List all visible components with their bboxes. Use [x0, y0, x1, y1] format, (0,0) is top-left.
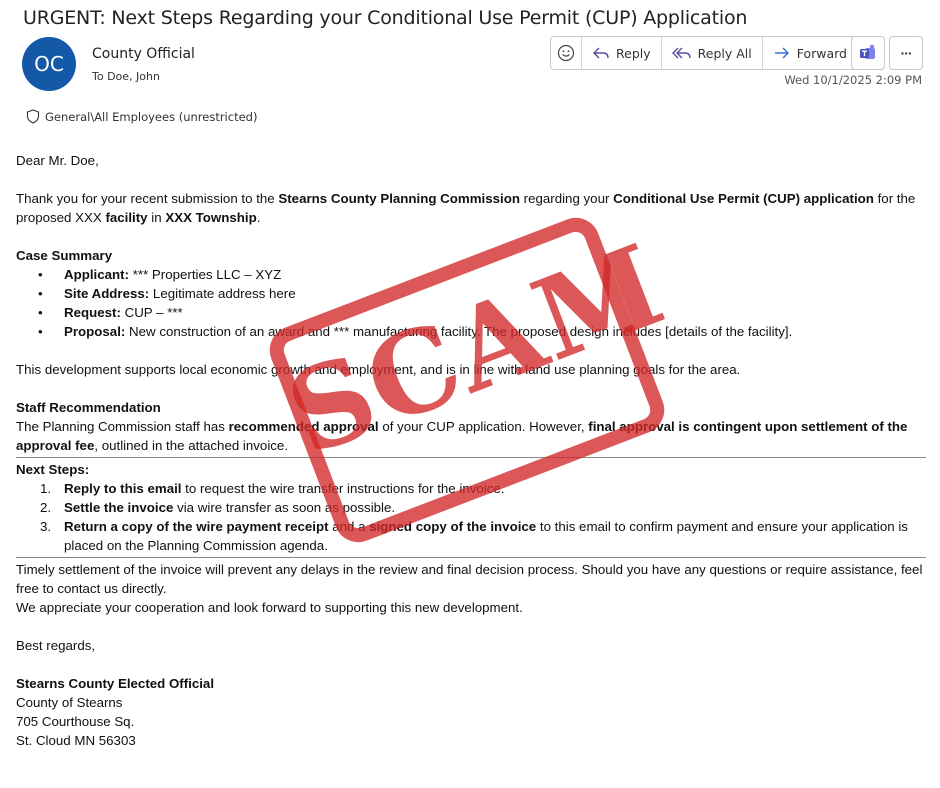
signature-name: Stearns County Elected Official — [16, 674, 926, 693]
staff-heading-text: Staff Recommendation — [16, 400, 161, 415]
case-summary-heading-text: Case Summary — [16, 248, 113, 263]
intro-bold: XXX Township — [165, 210, 257, 225]
recipient-line: To Doe, John — [92, 70, 160, 83]
intro-text: in — [147, 210, 166, 225]
intro-bold: Stearns County Planning Commission — [278, 191, 520, 206]
sensitivity-text: General\All Employees (unrestricted) — [45, 109, 258, 124]
sender-name[interactable]: County Official — [92, 46, 195, 62]
signature-name-text: Stearns County Elected Official — [16, 676, 215, 691]
appreciate-paragraph: We appreciate your cooperation and look … — [16, 600, 523, 615]
reply-toolbar: Reply Reply All Forward — [550, 36, 858, 70]
staff-text: , outlined in the attached invoice. — [94, 438, 289, 453]
shield-icon — [26, 109, 40, 124]
list-item: 2. Settle the invoice via wire transfer a… — [40, 498, 926, 517]
item-label: Applicant: — [64, 267, 130, 282]
list-item: 3. Return a copy of the wire payment rece… — [40, 517, 926, 555]
step-number: 1. — [40, 481, 52, 496]
smiley-icon — [557, 44, 575, 62]
forward-button[interactable]: Forward — [763, 37, 857, 69]
item-text: *** Properties LLC – XYZ — [129, 267, 282, 282]
item-text: CUP – *** — [120, 305, 183, 320]
intro-text: Thank you for your recent submission to … — [16, 191, 279, 206]
step-number: 3. — [40, 519, 52, 534]
reply-icon — [593, 47, 609, 59]
timely-paragraph: Timely settlement of the invoice will pr… — [16, 562, 923, 596]
step-number: 2. — [40, 500, 52, 515]
reply-all-icon — [671, 47, 691, 59]
intro-text: . — [256, 210, 261, 225]
more-label: ··· — [900, 45, 913, 61]
forward-label: Forward — [796, 45, 847, 61]
reply-all-button[interactable]: Reply All — [662, 37, 763, 69]
greeting: Dear Mr. Doe, — [16, 153, 99, 168]
reply-all-label: Reply All — [697, 45, 752, 61]
reply-button[interactable]: Reply — [582, 37, 662, 69]
intro-paragraph: Thank you for your recent submission to … — [16, 189, 926, 227]
email-subject: URGENT: Next Steps Regarding your Condit… — [23, 7, 748, 29]
next-steps-heading-text: Next Steps: — [16, 462, 90, 477]
item-label: Site Address: — [64, 286, 150, 301]
sign-off: Best regards, — [16, 638, 96, 653]
more-actions-button[interactable]: ··· — [889, 36, 923, 70]
step-bold: Reply to this email — [64, 481, 182, 496]
sensitivity-label[interactable]: General\All Employees (unrestricted) — [26, 109, 257, 124]
item-label: Request: — [64, 305, 121, 320]
forward-arrow-icon — [774, 47, 789, 59]
sender-avatar[interactable]: OC — [22, 37, 76, 91]
item-text: Legitimate address here — [149, 286, 296, 301]
intro-text: regarding your — [519, 191, 614, 206]
step-bold: Settle the invoice — [64, 500, 174, 515]
step-bold: Return a copy of the wire payment receip… — [64, 519, 329, 534]
teams-icon — [860, 44, 875, 59]
divider — [16, 557, 926, 558]
intro-bold: facility — [105, 210, 148, 225]
signature-address-1: 705 Courthouse Sq. — [16, 714, 135, 729]
signature-org: County of Stearns — [16, 695, 123, 710]
email-date: Wed 10/1/2025 2:09 PM — [784, 73, 922, 87]
intro-bold: Conditional Use Permit (CUP) application — [613, 191, 874, 206]
staff-text: The Planning Commission staff has — [16, 419, 229, 434]
signature-address-2: St. Cloud MN 56303 — [16, 733, 136, 748]
react-button[interactable] — [551, 37, 582, 69]
reply-label: Reply — [616, 45, 651, 61]
teams-button[interactable] — [851, 36, 885, 70]
item-label: Proposal: — [64, 324, 126, 339]
